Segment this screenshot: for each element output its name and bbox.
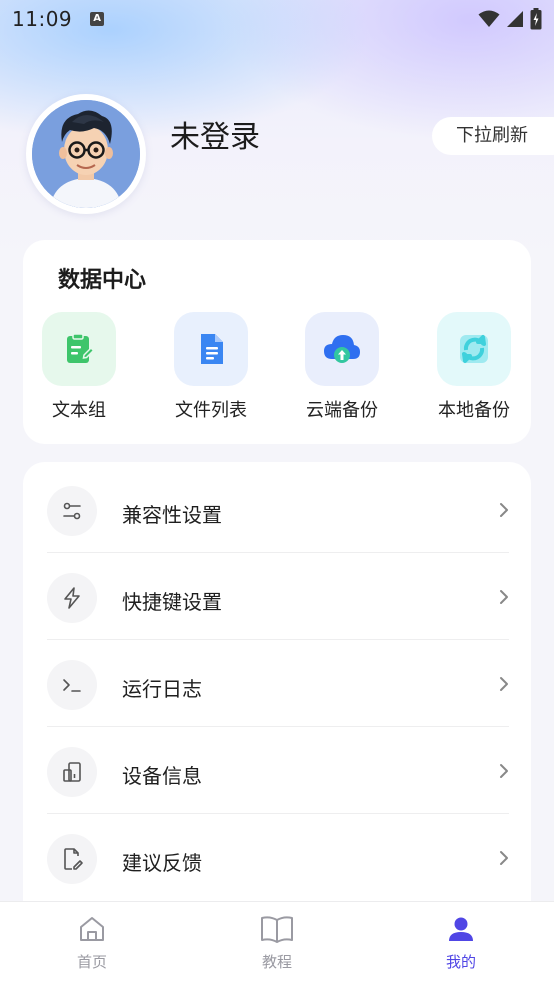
- menu-item-label: 建议反馈: [122, 851, 202, 875]
- menu-item-label: 运行日志: [122, 677, 202, 701]
- menu-item-shortcuts[interactable]: 快捷键设置: [47, 553, 509, 640]
- chevron-right-icon: [500, 851, 508, 865]
- menu-item-label: 设备信息: [122, 764, 202, 788]
- status-bar: 11:09 A: [0, 0, 554, 38]
- battery-charging-icon: [530, 8, 542, 30]
- username[interactable]: 未登录: [170, 112, 260, 156]
- cloud-upload-icon: [305, 312, 379, 386]
- chevron-right-icon: [500, 764, 508, 778]
- chevron-right-icon: [500, 590, 508, 604]
- signal-icon: [507, 11, 523, 27]
- notification-badge: A: [90, 12, 105, 26]
- book-icon: [261, 916, 293, 943]
- note-edit-icon: [42, 312, 116, 386]
- terminal-icon: [47, 660, 97, 710]
- sync-icon: [437, 312, 511, 386]
- pull-to-refresh-hint: 下拉刷新: [432, 117, 554, 155]
- data-item-label: 文件列表: [175, 400, 247, 421]
- data-item-label: 本地备份: [438, 400, 510, 421]
- status-icons: [478, 8, 542, 30]
- nav-tab-home[interactable]: 首页: [52, 914, 132, 972]
- wifi-icon: [478, 10, 500, 27]
- chevron-right-icon: [500, 503, 508, 517]
- feedback-edit-icon: [47, 834, 97, 884]
- home-icon: [80, 917, 104, 941]
- avatar[interactable]: [26, 94, 146, 214]
- data-item-file-list[interactable]: 文件列表: [161, 312, 261, 422]
- device-info-icon: [47, 747, 97, 797]
- nav-tab-mine[interactable]: 我的: [421, 914, 501, 972]
- data-item-cloud-backup[interactable]: 云端备份: [292, 312, 392, 422]
- menu-item-label: 兼容性设置: [122, 503, 222, 527]
- document-icon: [174, 312, 248, 386]
- user-icon: [449, 917, 473, 941]
- menu-item-feedback[interactable]: 建议反馈: [47, 814, 509, 901]
- menu-item-label: 快捷键设置: [122, 590, 222, 614]
- status-time: 11:09: [12, 7, 73, 31]
- data-item-text-group[interactable]: 文本组: [29, 312, 129, 422]
- nav-label: 教程: [261, 953, 292, 971]
- data-item-label: 云端备份: [306, 400, 378, 421]
- settings-menu-card: 兼容性设置 快捷键设置 运行日志 设备信息 建议反馈: [23, 462, 531, 922]
- nav-tab-tutorial[interactable]: 教程: [237, 914, 317, 972]
- bottom-navigation: 首页 教程 我的: [0, 901, 554, 984]
- menu-item-run-log[interactable]: 运行日志: [47, 640, 509, 727]
- avatar-image: [32, 100, 140, 208]
- data-center-title: 数据中心: [58, 268, 147, 293]
- menu-item-device-info[interactable]: 设备信息: [47, 727, 509, 814]
- data-item-label: 文本组: [52, 400, 106, 421]
- chevron-right-icon: [500, 677, 508, 691]
- data-item-local-backup[interactable]: 本地备份: [424, 312, 524, 422]
- sliders-icon: [47, 486, 97, 536]
- nav-label: 我的: [445, 953, 476, 971]
- menu-item-compatibility[interactable]: 兼容性设置: [47, 466, 509, 553]
- nav-label: 首页: [76, 953, 107, 971]
- lightning-icon: [47, 573, 97, 623]
- data-center-card: 数据中心 文本组 文件列表 云端备份 本地备份: [23, 240, 531, 444]
